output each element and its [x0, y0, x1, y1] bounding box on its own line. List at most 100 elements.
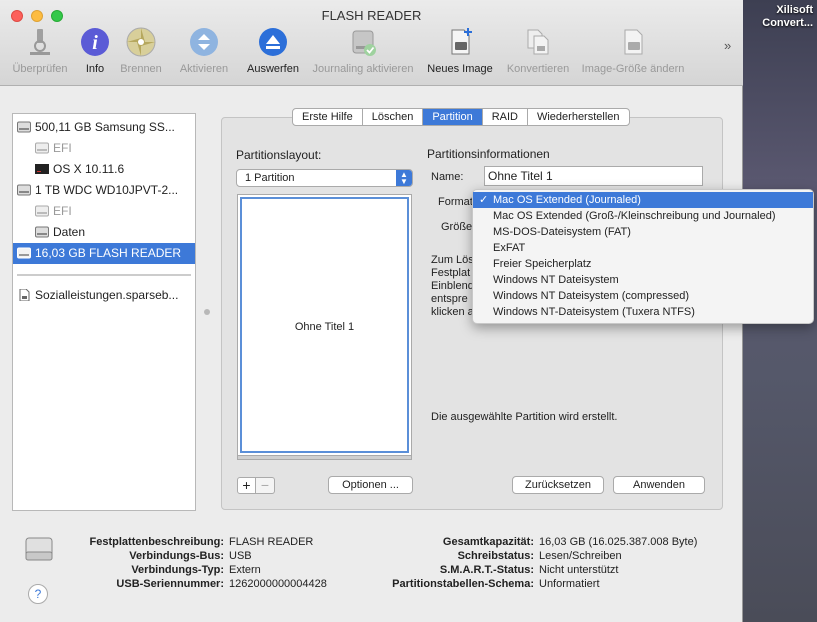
sidebar-item-label: Daten: [53, 225, 86, 239]
write-status-value: Lesen/Schreiben: [539, 550, 622, 562]
disk-image-icon: [19, 289, 30, 301]
usb-serial-label: USB-Seriennummer:: [116, 578, 224, 590]
reset-button[interactable]: Zurücksetzen: [512, 476, 604, 494]
sidebar-item-label: 500,11 GB Samsung SS...: [35, 120, 175, 134]
sidebar-item-label: Sozialleistungen.sparseb...: [35, 288, 179, 302]
desktop-icon-label[interactable]: Xilisoft Convert...: [743, 4, 813, 29]
new-image-button[interactable]: Neues Image: [424, 26, 496, 82]
name-label: Name:: [431, 171, 464, 183]
new-image-icon: [451, 28, 472, 55]
format-option-mac-os-extended-journaled[interactable]: ✓ Mac OS Extended (Journaled): [473, 192, 813, 208]
description-line: Einblend: [431, 280, 474, 292]
connection-bus-value: USB: [229, 550, 252, 562]
tab-restore[interactable]: Wiederherstellen: [528, 109, 629, 125]
options-button[interactable]: Optionen ...: [328, 476, 413, 494]
volume-icon: [35, 142, 49, 154]
usb-disk-icon: [17, 247, 31, 259]
smart-status-value: Nicht unterstützt: [539, 564, 619, 576]
window-title: FLASH READER: [321, 8, 422, 23]
sidebar-item-sparsebundle[interactable]: Sozialleistungen.sparseb...: [13, 285, 195, 306]
tab-bar: Erste Hilfe Löschen Partition RAID Wiede…: [292, 108, 630, 126]
titlebar: FLASH READER Überprüfen i Info Brennen A…: [0, 0, 743, 86]
info-button[interactable]: i Info: [78, 26, 112, 82]
svg-text:i: i: [92, 32, 98, 54]
apply-button[interactable]: Anwenden: [613, 476, 705, 494]
select-arrows-icon: ▲ ▼: [396, 170, 412, 186]
remove-partition-button[interactable]: −: [256, 477, 275, 494]
resize-image-icon: [624, 29, 643, 55]
sidebar-item-label: 16,03 GB FLASH READER: [35, 246, 182, 260]
description-line: klicken a: [431, 306, 474, 318]
resize-image-button[interactable]: Image-Größe ändern: [577, 26, 689, 82]
burn-label: Brennen: [120, 63, 162, 75]
format-option-label: Mac OS Extended (Journaled): [493, 194, 641, 206]
format-option-free-space[interactable]: Freier Speicherplatz: [473, 256, 813, 272]
tab-raid[interactable]: RAID: [483, 109, 528, 125]
toolbar-overflow-chevron[interactable]: »: [724, 38, 731, 53]
usb-serial-value: 1262000000004428: [229, 578, 327, 590]
enable-journaling-button[interactable]: Journaling aktivieren: [306, 26, 420, 82]
partition-block[interactable]: Ohne Titel 1: [240, 197, 409, 453]
mount-button[interactable]: Aktivieren: [174, 26, 234, 82]
eject-label: Auswerfen: [247, 63, 299, 75]
tab-erase[interactable]: Löschen: [363, 109, 424, 125]
sidebar-item-daten[interactable]: Daten: [13, 222, 195, 243]
name-field[interactable]: Ohne Titel 1: [484, 166, 703, 186]
sidebar-item-label: 1 TB WDC WD10JPVT-2...: [35, 183, 179, 197]
microscope-icon: [30, 29, 50, 55]
sidebar-item-osx[interactable]: OS X 10.11.6: [13, 159, 195, 180]
eject-button[interactable]: Auswerfen: [243, 26, 303, 82]
internal-disk-icon: [17, 121, 31, 133]
format-option-windows-nt-compressed[interactable]: Windows NT Dateisystem (compressed): [473, 288, 813, 304]
info-icon: i: [81, 28, 109, 56]
tab-first-aid[interactable]: Erste Hilfe: [293, 109, 363, 125]
write-status-label: Schreibstatus:: [457, 550, 534, 562]
total-capacity-value: 16,03 GB (16.025.387.008 Byte): [539, 536, 698, 548]
total-capacity-label: Gesamtkapazität:: [442, 536, 534, 548]
sidebar-item-efi-1[interactable]: EFI: [13, 138, 195, 159]
mount-icon: [190, 28, 218, 56]
format-option-exfat[interactable]: ExFAT: [473, 240, 813, 256]
connection-type-value: Extern: [229, 564, 261, 576]
sidebar-item-efi-2[interactable]: EFI: [13, 201, 195, 222]
internal-disk-icon: [17, 184, 31, 196]
new-image-label: Neues Image: [427, 63, 493, 75]
partition-block-label: Ohne Titel 1: [294, 321, 355, 333]
description-line: entspre: [431, 293, 468, 305]
disk-description-value: FLASH READER: [229, 536, 314, 548]
partition-layout-select[interactable]: 1 Partition ▲ ▼: [236, 169, 413, 187]
partition-map-resize-handle[interactable]: [237, 456, 412, 460]
size-label: Größe:: [441, 221, 476, 233]
format-option-windows-nt[interactable]: Windows NT Dateisystem: [473, 272, 813, 288]
partition-scheme-label: Partitionstabellen-Schema:: [392, 578, 534, 590]
convert-button[interactable]: Konvertieren: [501, 26, 575, 82]
mount-label: Aktivieren: [179, 63, 229, 75]
partition-layout-value: 1 Partition: [245, 172, 295, 184]
tab-partition[interactable]: Partition: [423, 109, 483, 125]
minus-icon: −: [260, 477, 270, 493]
format-option-ms-dos-fat[interactable]: MS-DOS-Dateisystem (FAT): [473, 224, 813, 240]
sidebar-item-label: EFI: [53, 141, 72, 155]
burn-button[interactable]: Brennen: [116, 26, 166, 82]
volume-icon: [35, 226, 49, 238]
partition-map: Ohne Titel 1: [237, 194, 412, 456]
partition-scheme-value: Unformatiert: [539, 578, 600, 590]
sidebar-item-samsung-ssd[interactable]: 500,11 GB Samsung SS...: [13, 117, 195, 138]
splitter-handle[interactable]: [204, 309, 210, 315]
partition-description: Zum Lös Festplat Einblend entspre klicke…: [431, 254, 474, 319]
checkmark-icon: ✓: [479, 194, 489, 206]
desktop-label-line1: Xilisoft: [776, 4, 813, 16]
burn-disc-icon: [126, 27, 156, 57]
enable-journaling-label: Journaling aktivieren: [312, 63, 414, 75]
format-option-mac-os-extended-case-sensitive[interactable]: Mac OS Extended (Groß-/Kleinschreibung u…: [473, 208, 813, 224]
sidebar-item-label: EFI: [53, 204, 72, 218]
verify-button[interactable]: Überprüfen: [8, 26, 72, 82]
info-label: Info: [85, 63, 105, 75]
add-partition-button[interactable]: +: [237, 477, 256, 494]
format-option-tuxera-ntfs[interactable]: Windows NT-Dateisystem (Tuxera NTFS): [473, 304, 813, 320]
sidebar-item-wdc-disk[interactable]: 1 TB WDC WD10JPVT-2...: [13, 180, 195, 201]
format-dropdown-menu: ✓ Mac OS Extended (Journaled) Mac OS Ext…: [472, 189, 814, 324]
description-line: Zum Lös: [431, 254, 474, 266]
sidebar-item-flash-reader[interactable]: 16,03 GB FLASH READER: [13, 243, 195, 264]
resize-image-label: Image-Größe ändern: [581, 63, 685, 75]
